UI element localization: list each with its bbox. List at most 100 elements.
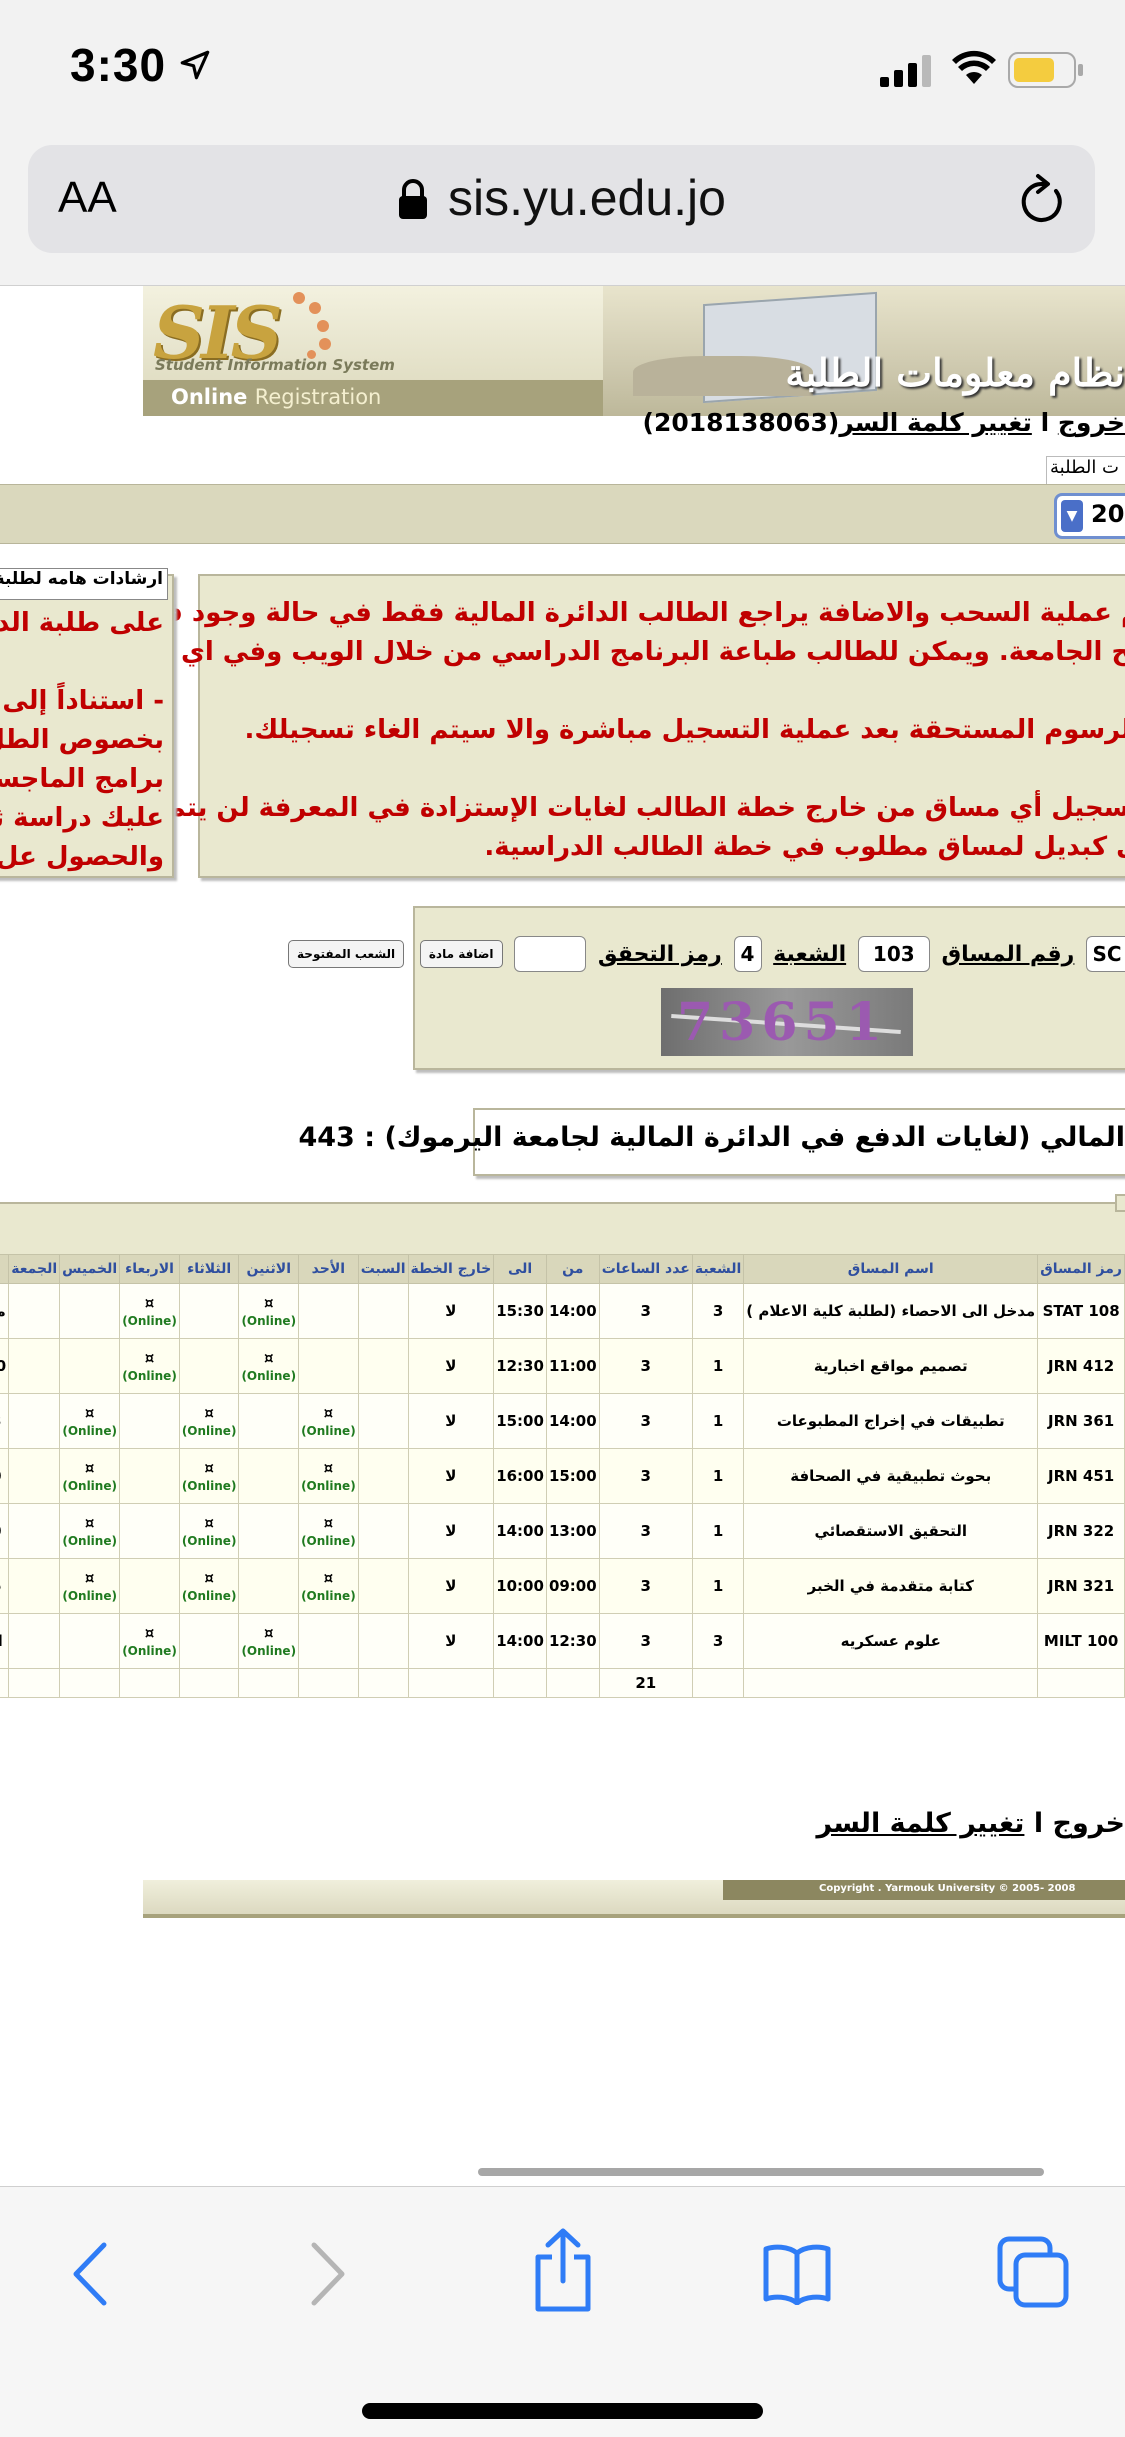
day-cell: ¤(Online) <box>179 1559 239 1614</box>
day-cell <box>120 1449 180 1504</box>
chevron-down-icon[interactable]: ▼ <box>1061 500 1083 532</box>
day-cell <box>239 1394 299 1449</box>
open-sections-button[interactable]: الشعب المفتوحة <box>288 940 404 968</box>
top-links: خروج ا تغيير كلمة السر(2018138063) <box>643 408 1125 460</box>
battery-icon <box>1008 52 1084 88</box>
browser-toolbar <box>0 2186 1125 2437</box>
day-cell <box>120 1504 180 1559</box>
status-time: 3:30 <box>70 38 166 92</box>
hours-cell: 3 <box>599 1614 692 1669</box>
outside-plan-cell: لا <box>408 1394 494 1449</box>
total-hours-cell: 21 <box>599 1669 692 1698</box>
day-cell <box>179 1339 239 1394</box>
url-text[interactable]: sis.yu.edu.jo <box>448 169 726 227</box>
add-course-button[interactable]: اضافة مادة <box>420 940 503 968</box>
from-time-cell: 14:00 <box>546 1284 599 1339</box>
day-cell: ¤(Online) <box>239 1339 299 1394</box>
course-name-cell: تطبيقات في إخراج المطبوعات <box>744 1394 1038 1449</box>
bottom-logout-link[interactable]: خروج <box>1053 1808 1125 1839</box>
day-cell <box>9 1449 60 1504</box>
home-indicator[interactable] <box>362 2403 763 2419</box>
from-time-cell: 09:00 <box>546 1559 599 1614</box>
empty-cell <box>546 1669 599 1698</box>
day-cell <box>60 1614 120 1669</box>
day-cell: ¤(Online) <box>60 1449 120 1504</box>
wifi-icon <box>952 50 996 86</box>
course-number-field[interactable]: 103 <box>858 936 930 972</box>
day-cell: ¤(Online) <box>60 1559 120 1614</box>
course-prefix-field[interactable]: SC <box>1086 936 1125 972</box>
day-mark: ¤ <box>324 1569 334 1587</box>
reload-icon[interactable] <box>1018 173 1068 227</box>
day-cell: ¤(Online) <box>120 1614 180 1669</box>
note-line: بخصوص الطل <box>0 721 164 760</box>
day-cell <box>299 1284 359 1339</box>
share-icon[interactable] <box>530 2227 596 2313</box>
section-cell: 1 <box>692 1559 743 1614</box>
day-mark: ¤ <box>204 1459 214 1477</box>
forward-icon[interactable] <box>302 2239 352 2309</box>
logout-link[interactable]: خروج <box>1058 408 1125 437</box>
hours-cell: 3 <box>599 1394 692 1449</box>
captcha-image: 73651 <box>661 988 913 1056</box>
day-mark: ¤ <box>264 1349 274 1367</box>
section-cell: 1 <box>692 1504 743 1559</box>
day-cell <box>120 1559 180 1614</box>
room-cell: 0 مختبر <box>0 1339 9 1394</box>
day-cell <box>60 1339 120 1394</box>
scroll-indicator[interactable] <box>478 2168 1044 2176</box>
day-mark: ¤ <box>145 1294 155 1312</box>
column-header: الجمعة <box>9 1255 60 1284</box>
tabs-icon[interactable] <box>996 2235 1070 2309</box>
day-cell: ¤(Online) <box>239 1614 299 1669</box>
registration-word: Registration <box>255 385 382 409</box>
total-row: 21 <box>0 1669 1125 1698</box>
captcha-text: 73651 <box>677 992 888 1053</box>
room-cell: A 420 <box>0 1449 9 1504</box>
column-header: الى <box>494 1255 547 1284</box>
section-cell: 3 <box>692 1284 743 1339</box>
day-mark: ¤ <box>324 1459 334 1477</box>
day-cell <box>9 1504 60 1559</box>
day-cell <box>299 1339 359 1394</box>
nav-tab-students[interactable]: ت الطلبة <box>1046 456 1125 486</box>
online-label: (Online) <box>62 1588 117 1604</box>
day-cell <box>239 1449 299 1504</box>
course-code-cell: JRN 322 <box>1038 1504 1125 1559</box>
copyright-text: Copyright . Yarmouk University © 2005- 2… <box>819 1883 1075 1894</box>
section-field[interactable]: 4 <box>734 936 762 972</box>
to-time-cell: 15:00 <box>494 1394 547 1449</box>
section-cell: 1 <box>692 1339 743 1394</box>
change-password-link[interactable]: تغيير كلمة السر <box>839 408 1031 437</box>
day-cell: ¤(Online) <box>120 1339 180 1394</box>
add-course-row: SC رقم المساق 103 الشعبة 4 رمز التحقق اض… <box>284 936 1125 976</box>
verify-code-field[interactable] <box>514 936 586 972</box>
nav-strip <box>0 456 1125 485</box>
online-label: (Online) <box>62 1533 117 1549</box>
back-icon[interactable] <box>66 2239 116 2309</box>
course-name-cell: التحقيق الاستقصائي <box>744 1504 1038 1559</box>
empty-cell <box>179 1669 239 1698</box>
bottom-change-password-link[interactable]: تغيير كلمة السر <box>817 1808 1025 1839</box>
text-size-button[interactable]: AA <box>58 173 117 223</box>
day-mark: ¤ <box>324 1514 334 1532</box>
to-time-cell: 14:00 <box>494 1614 547 1669</box>
column-header: السبت <box>358 1255 408 1284</box>
location-arrow-icon <box>178 48 212 82</box>
course-code-cell: STAT 108 <box>1038 1284 1125 1339</box>
online-label: (Online) <box>301 1478 356 1494</box>
column-header: خارج الخطة <box>408 1255 494 1284</box>
year-select[interactable]: ▼ 20 <box>1054 493 1125 539</box>
day-mark: ¤ <box>85 1459 95 1477</box>
hours-cell: 3 <box>599 1559 692 1614</box>
bookmarks-icon[interactable] <box>762 2243 832 2305</box>
course-name-cell: تصميم مواقع اخبارية <box>744 1339 1038 1394</box>
table-row: JRN 321كتابة متقدمة في الخبر1309:0010:00… <box>0 1559 1125 1614</box>
course-code-cell: JRN 412 <box>1038 1339 1125 1394</box>
empty-cell <box>9 1669 60 1698</box>
footer-bar: Copyright . Yarmouk University © 2005- 2… <box>143 1880 1125 1918</box>
column-header: الثلاثاء <box>179 1255 239 1284</box>
empty-cell <box>239 1669 299 1698</box>
day-cell <box>60 1284 120 1339</box>
address-bar[interactable]: AA sis.yu.edu.jo <box>28 145 1095 253</box>
